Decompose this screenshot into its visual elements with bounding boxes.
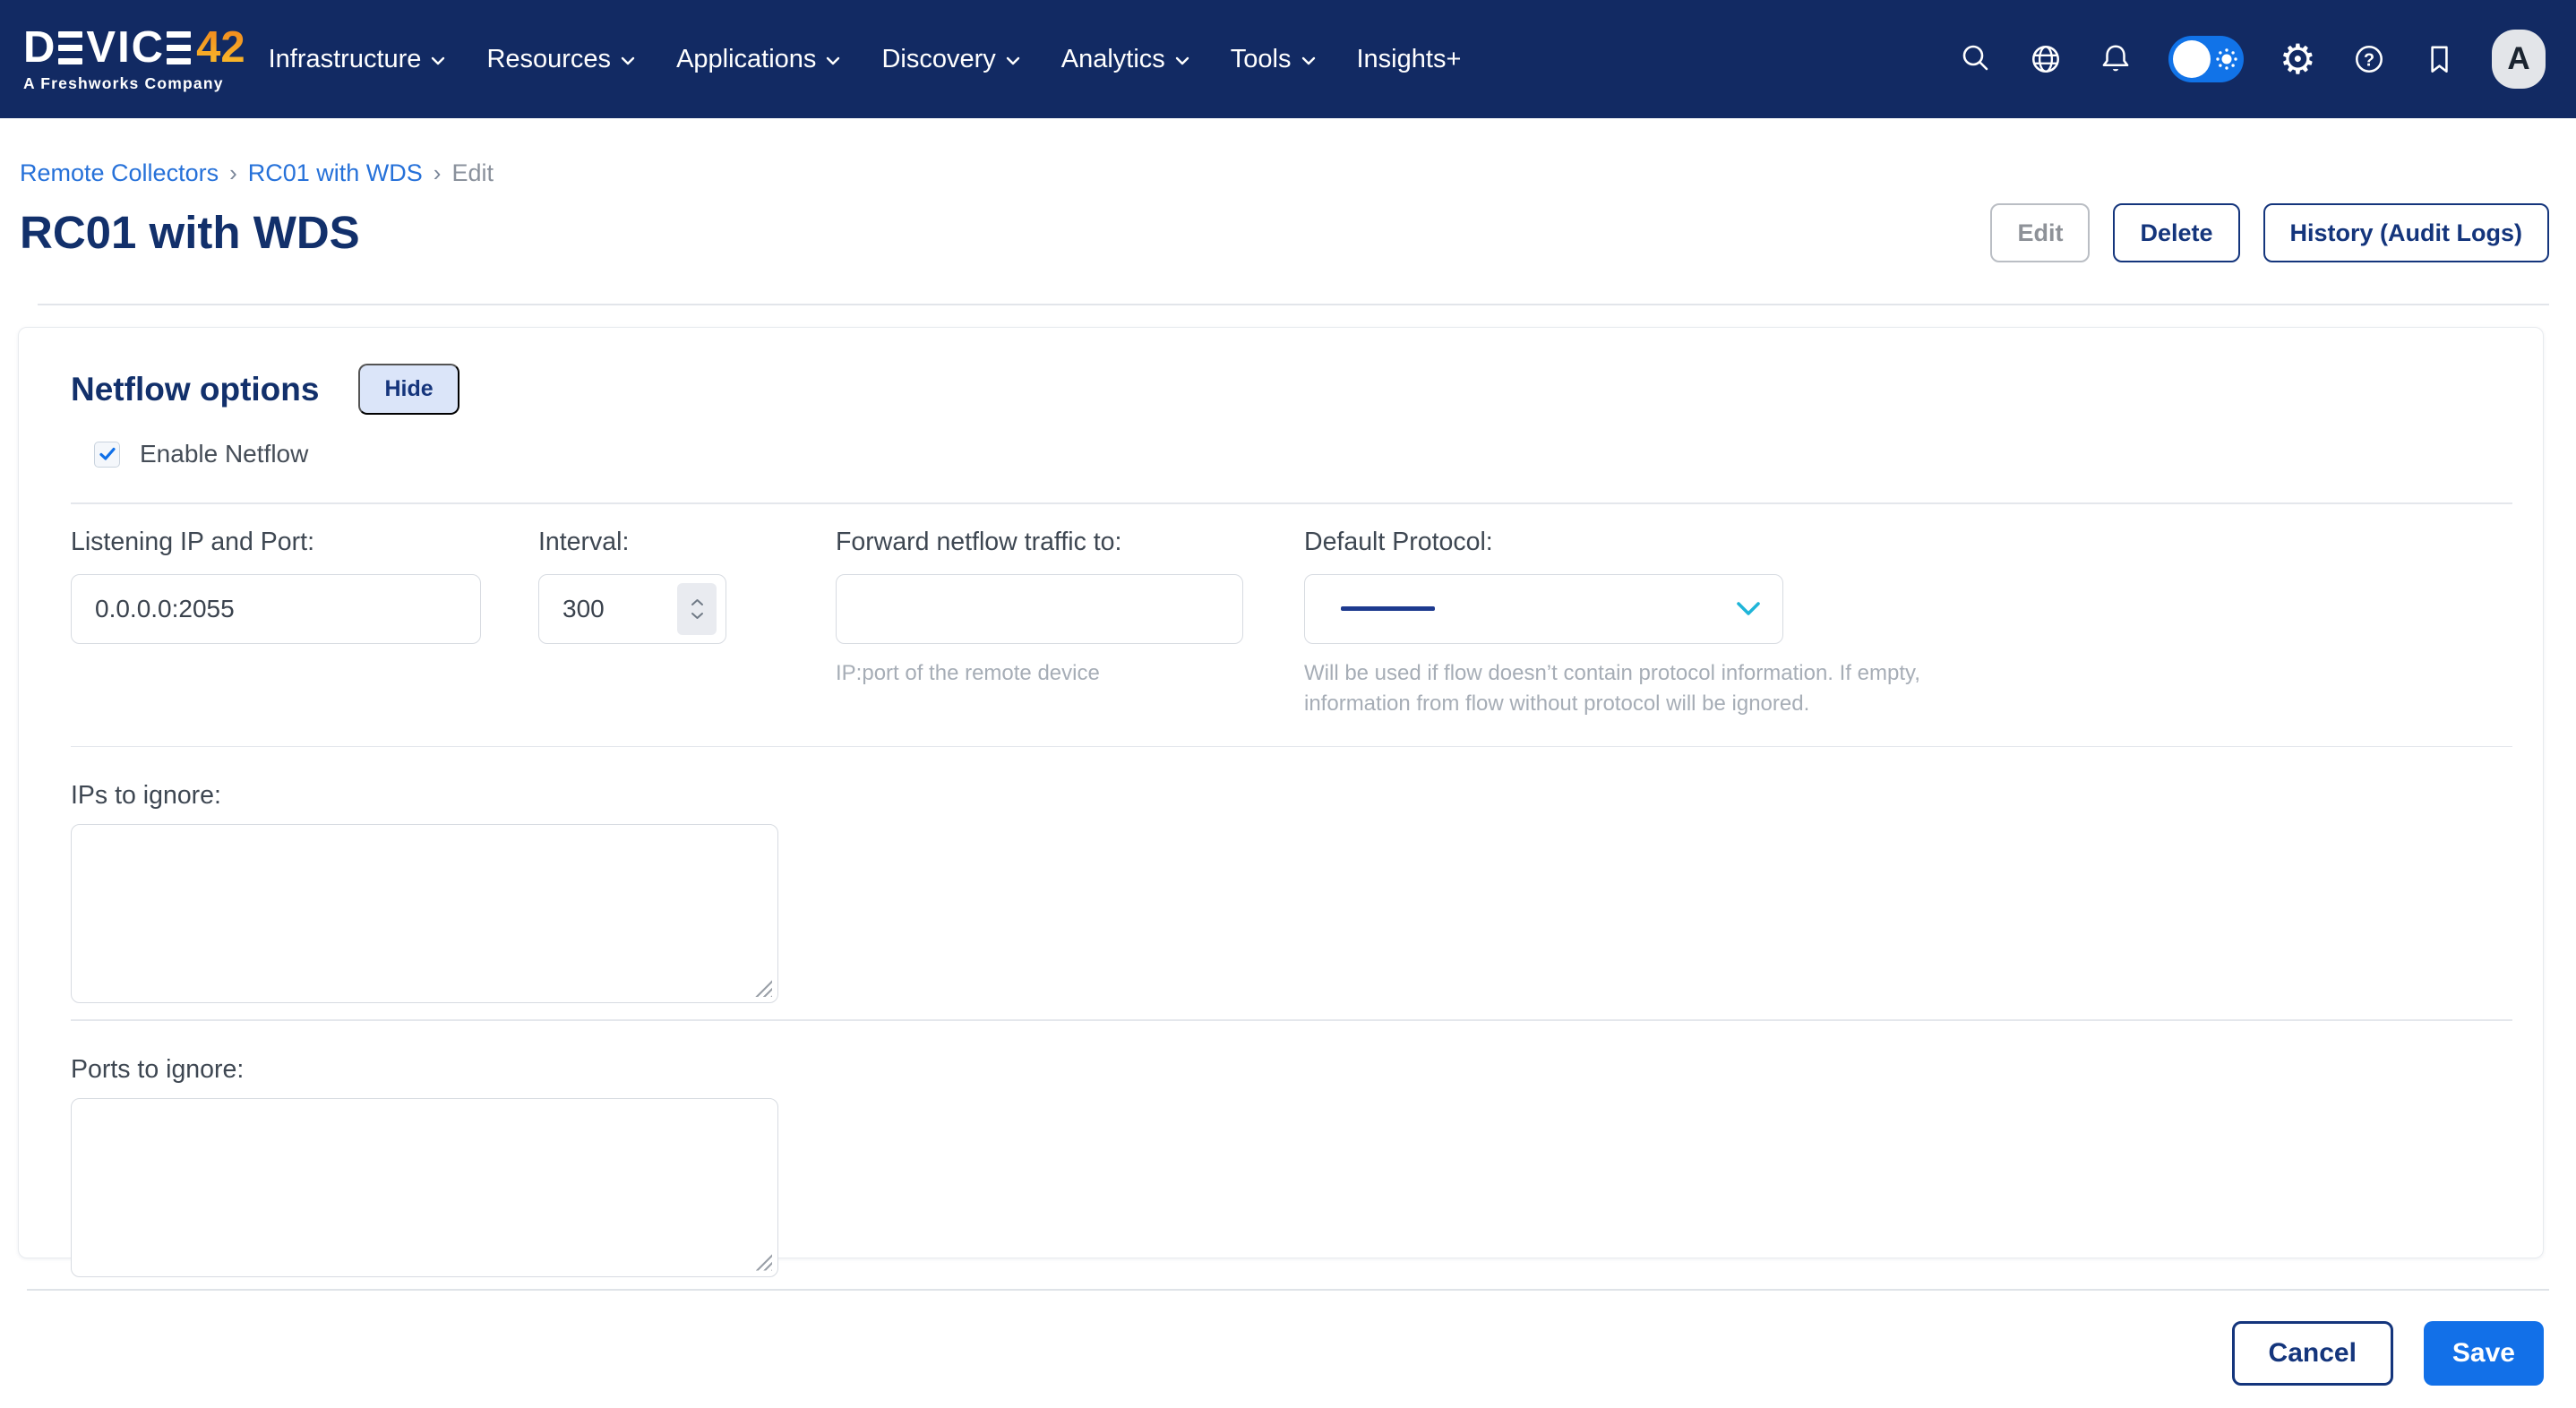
menu-applications[interactable]: Applications (676, 45, 840, 74)
notifications-bell-icon[interactable] (2099, 42, 2133, 76)
menu-label: Resources (486, 45, 611, 74)
forward-netflow-help: IP:port of the remote device (836, 658, 1304, 689)
top-navbar: D VIC 42 A Freshworks Company Infrastruc… (0, 0, 2576, 118)
stepper-down-icon[interactable] (691, 612, 704, 620)
theme-toggle[interactable] (2168, 36, 2244, 82)
menu-label: Tools (1231, 45, 1292, 74)
ports-to-ignore-textarea[interactable] (71, 1098, 778, 1277)
svg-text:?: ? (2364, 50, 2374, 70)
forward-netflow-label: Forward netflow traffic to: (836, 526, 1304, 558)
breadcrumb-current: Edit (451, 159, 494, 187)
breadcrumb-separator: › (434, 159, 442, 187)
enable-netflow-label: Enable Netflow (140, 440, 308, 468)
title-action-buttons: Edit Delete History (Audit Logs) (1990, 203, 2549, 262)
chevron-down-icon (621, 56, 635, 65)
sun-icon (2215, 47, 2238, 71)
logo-letters: VIC (86, 26, 165, 70)
form-footer: Cancel Save (0, 1321, 2576, 1386)
selected-option-dash (1341, 606, 1435, 611)
history-audit-logs-button[interactable]: History (Audit Logs) (2263, 203, 2549, 262)
chevron-down-icon (1175, 56, 1189, 65)
chevron-down-icon (826, 56, 840, 65)
chevron-down-icon (1301, 56, 1316, 65)
hide-section-button[interactable]: Hide (358, 364, 459, 415)
logo-wordmark: D VIC 42 (23, 26, 245, 70)
netflow-options-card: Netflow options Hide Enable Netflow List… (18, 327, 2544, 1258)
main-menu: Infrastructure Resources Applications Di… (269, 45, 1462, 74)
menu-label: Analytics (1061, 45, 1165, 74)
ips-to-ignore-label: IPs to ignore: (71, 779, 2512, 811)
avatar-initial: A (2507, 41, 2529, 77)
menu-tools[interactable]: Tools (1231, 45, 1316, 74)
navbar-icon-group: ⚙ ? A (1959, 30, 2546, 89)
page-title: RC01 with WDS (20, 204, 360, 262)
divider (27, 1289, 2549, 1291)
forward-netflow-input[interactable] (836, 574, 1243, 644)
default-protocol-select[interactable] (1304, 574, 1783, 644)
interval-stepper[interactable] (677, 583, 717, 635)
save-button[interactable]: Save (2424, 1321, 2544, 1386)
device42-logo[interactable]: D VIC 42 A Freshworks Company (23, 26, 245, 93)
divider (71, 502, 2512, 504)
breadcrumb-rc01[interactable]: RC01 with WDS (248, 159, 423, 187)
menu-label: Discovery (881, 45, 995, 74)
menu-discovery[interactable]: Discovery (881, 45, 1019, 74)
menu-insights-plus[interactable]: Insights+ (1357, 45, 1462, 74)
logo-e-bars-icon (167, 31, 191, 64)
divider (71, 746, 2512, 748)
default-protocol-help: Will be used if flow doesn’t contain pro… (1304, 658, 1922, 719)
settings-gear-icon[interactable]: ⚙ (2280, 39, 2316, 80)
chevron-down-icon (1736, 601, 1761, 616)
logo-e-bars-icon (58, 31, 82, 64)
listening-ip-port-input[interactable] (71, 574, 481, 644)
search-icon[interactable] (1959, 42, 1993, 76)
logo-letter: D (23, 26, 56, 70)
cancel-button[interactable]: Cancel (2232, 1321, 2393, 1386)
default-protocol-label: Default Protocol: (1304, 526, 1931, 558)
menu-analytics[interactable]: Analytics (1061, 45, 1189, 74)
interval-label: Interval: (538, 526, 836, 558)
divider (38, 304, 2549, 305)
logo-accent-42: 42 (196, 26, 245, 70)
divider (71, 1019, 2512, 1021)
section-title: Netflow options (71, 371, 319, 408)
menu-label: Infrastructure (269, 45, 422, 74)
menu-label: Insights+ (1357, 45, 1462, 74)
page-header: Remote Collectors › RC01 with WDS › Edit… (0, 118, 2576, 305)
delete-button[interactable]: Delete (2113, 203, 2239, 262)
enable-netflow-checkbox[interactable] (94, 442, 120, 468)
toggle-knob (2173, 40, 2211, 78)
chevron-down-icon (1006, 56, 1020, 65)
listening-ip-port-label: Listening IP and Port: (71, 526, 538, 558)
edit-button[interactable]: Edit (1990, 203, 2090, 262)
breadcrumb: Remote Collectors › RC01 with WDS › Edit (20, 159, 2549, 187)
breadcrumb-separator: › (229, 159, 237, 187)
checkmark-icon (99, 447, 116, 461)
chevron-down-icon (431, 56, 445, 65)
menu-resources[interactable]: Resources (486, 45, 635, 74)
logo-tagline: A Freshworks Company (23, 74, 245, 93)
breadcrumb-remote-collectors[interactable]: Remote Collectors (20, 159, 219, 187)
globe-icon[interactable] (2029, 42, 2063, 76)
help-icon[interactable]: ? (2352, 42, 2386, 76)
stepper-up-icon[interactable] (691, 598, 704, 606)
user-avatar[interactable]: A (2492, 30, 2546, 89)
menu-label: Applications (676, 45, 816, 74)
ports-to-ignore-label: Ports to ignore: (71, 1053, 2512, 1086)
menu-infrastructure[interactable]: Infrastructure (269, 45, 446, 74)
ips-to-ignore-textarea[interactable] (71, 824, 778, 1003)
bookmark-icon[interactable] (2422, 42, 2456, 76)
